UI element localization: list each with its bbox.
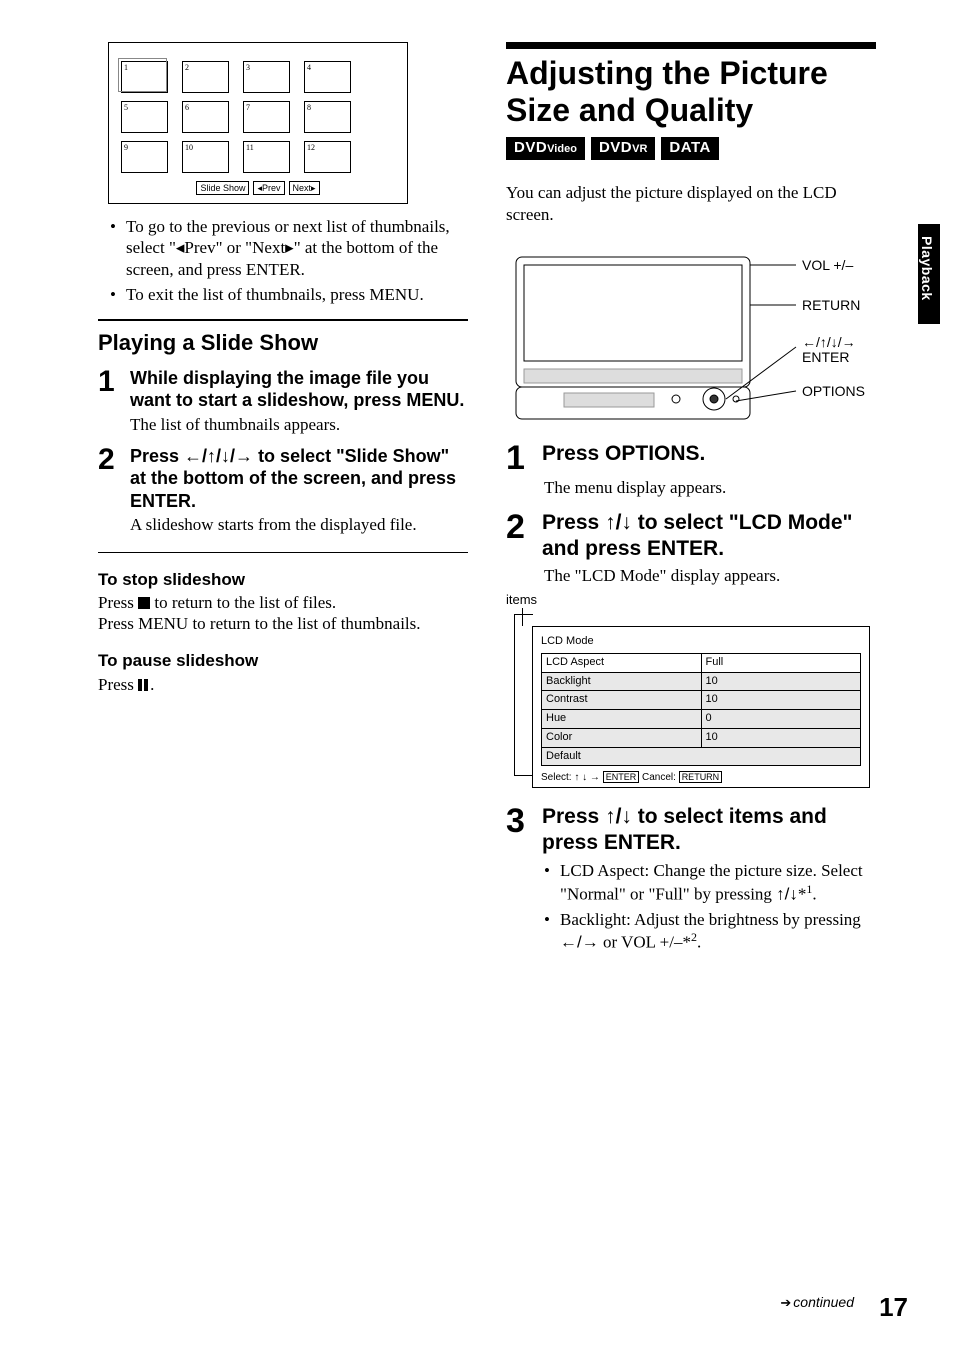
step-heading: Press ←/↑/↓/→ to select "Slide Show" at … [130, 445, 468, 513]
main-heading: Adjusting the Picture Size and Quality [506, 55, 876, 129]
step-number: 2 [98, 445, 120, 513]
body-text: Press . [98, 674, 468, 696]
arrows-icon: ↑/↓ [605, 805, 632, 828]
bullet-text: To exit the list of thumbnails, press ME… [98, 284, 468, 305]
body-text: Press MENU to return to the list of thum… [98, 613, 468, 634]
left-column: 1 2 3 4 5 6 7 8 9 10 11 12 [98, 42, 468, 957]
thumbnail: 2 [182, 61, 229, 93]
label-return: RETURN [802, 297, 860, 315]
lcd-row-val: 10 [701, 691, 861, 710]
badge-dvd-video: DVDVideo [506, 137, 585, 161]
badge-data: DATA [661, 137, 718, 161]
lcd-mode-panel: items LCD Mode LCD AspectFull Backlight1… [506, 592, 876, 788]
page-number: 17 [879, 1291, 908, 1324]
next-button: Next▸ [289, 181, 320, 195]
step-number: 3 [506, 804, 532, 857]
thumbnail: 10 [182, 141, 229, 173]
step-heading: Press ↑/↓ to select items and press ENTE… [542, 804, 876, 857]
label-arrows-enter: ←/↑/↓/→ENTER [802, 335, 856, 364]
sub-heading: To stop slideshow [98, 569, 468, 590]
step-body: A slideshow starts from the displayed fi… [130, 514, 468, 535]
pause-icon [138, 675, 150, 696]
section-heading: Playing a Slide Show [98, 329, 468, 357]
label-options: OPTIONS [802, 383, 865, 401]
thumbnail: 8 [304, 101, 351, 133]
bullet-text: LCD Aspect: Change the picture size. Sel… [544, 860, 876, 904]
lcd-caption: items [506, 592, 876, 608]
lcd-row-key: Default [542, 747, 861, 766]
label-vol: VOL +/– [802, 257, 853, 275]
thumbnail: 11 [243, 141, 290, 173]
sub-heading: To pause slideshow [98, 650, 468, 671]
lcd-footer: Select: ↑ ↓ → ENTER Cancel: RETURN [541, 772, 861, 785]
enter-keycap: ENTER [603, 771, 640, 783]
thumbnail: 9 [121, 141, 168, 173]
badge-dvd-vr: DVDVR [591, 137, 655, 161]
step-number: 2 [506, 510, 532, 563]
thumbnail: 5 [121, 101, 168, 133]
step-number: 1 [98, 367, 120, 412]
thumbnail: 6 [182, 101, 229, 133]
lcd-row-val: Full [701, 653, 861, 672]
arrows-icon: ↑/↓ [605, 511, 632, 534]
bullet-text: Backlight: Adjust the brightness by pres… [544, 909, 876, 953]
prev-button: ◂Prev [253, 181, 284, 195]
thumbnail-grid: 1 2 3 4 5 6 7 8 9 10 11 12 [108, 42, 408, 204]
slideshow-button: Slide Show [196, 181, 249, 195]
lcd-row-val: 10 [701, 672, 861, 691]
lcd-row-key: Color [542, 728, 702, 747]
arrows-icon: ←/↑/↓/→ [184, 446, 253, 466]
thumbnail: 3 [243, 61, 290, 93]
thumbnail: 4 [304, 61, 351, 93]
lcd-row-key: Contrast [542, 691, 702, 710]
thumbnail: 7 [243, 101, 290, 133]
lcd-title: LCD Mode [541, 635, 861, 649]
lcd-row-val: 0 [701, 710, 861, 729]
step-body: The menu display appears. [544, 477, 876, 498]
step-heading: Press ↑/↓ to select "LCD Mode" and press… [542, 510, 876, 563]
step-body: The "LCD Mode" display appears. [544, 565, 876, 586]
body-text: Press to return to the list of files. [98, 592, 468, 613]
thumbnail: 12 [304, 141, 351, 173]
continued-label: continued [780, 1294, 854, 1312]
step-heading: While displaying the image file you want… [130, 367, 468, 412]
lcd-row-key: Hue [542, 710, 702, 729]
step-body: The list of thumbnails appears. [130, 414, 468, 435]
bullet-text: To go to the previous or next list of th… [98, 216, 468, 280]
device-diagram: VOL +/– RETURN ←/↑/↓/→ENTER OPTIONS [506, 231, 876, 431]
step-number: 1 [506, 441, 532, 475]
stop-icon [138, 597, 150, 609]
return-keycap: RETURN [679, 771, 723, 783]
right-column: Adjusting the Picture Size and Quality D… [506, 42, 876, 957]
side-tab: Playback [918, 224, 940, 324]
thumbnail: 1 [121, 61, 168, 93]
lcd-table: LCD AspectFull Backlight10 Contrast10 Hu… [541, 653, 861, 767]
intro-text: You can adjust the picture displayed on … [506, 182, 876, 225]
step-heading: Press OPTIONS. [542, 441, 705, 475]
lcd-row-key: Backlight [542, 672, 702, 691]
lcd-row-val: 10 [701, 728, 861, 747]
lcd-row-key: LCD Aspect [542, 653, 702, 672]
